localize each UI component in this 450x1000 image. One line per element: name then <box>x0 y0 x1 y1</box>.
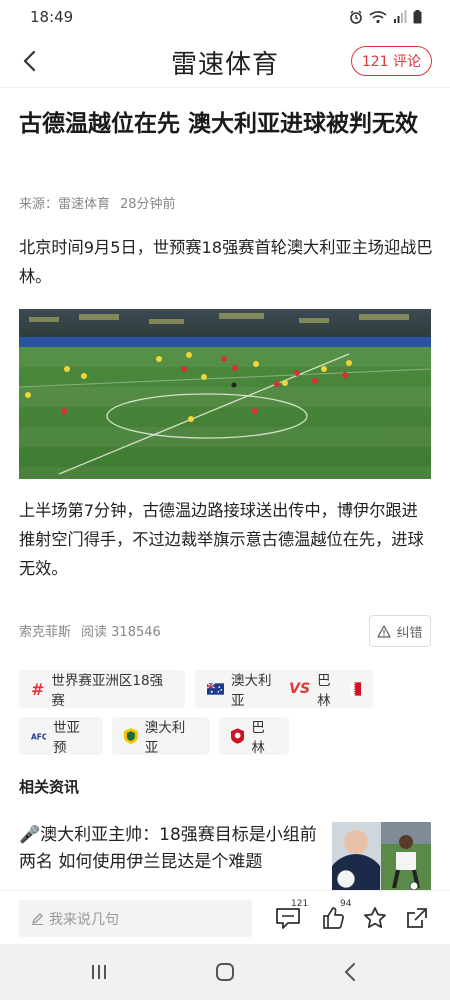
report-error-label: 纠错 <box>396 625 423 641</box>
article-reads: 阅读 318546 <box>81 625 161 640</box>
related-news-title: 相关资讯 <box>19 778 80 796</box>
battery-icon <box>413 10 422 24</box>
svg-text:AFC: AFC <box>31 733 46 742</box>
signal-icon <box>394 10 407 23</box>
status-icons <box>349 10 422 24</box>
article-author: 索克菲斯 <box>19 625 72 640</box>
system-nav-bar <box>0 944 450 1000</box>
article-paragraph-1: 北京时间9月5日，世预赛18强赛首轮澳大利亚主场迎战巴林。 <box>19 238 433 286</box>
tag-team-australia[interactable]: 澳大利亚 <box>112 717 210 756</box>
warning-icon <box>377 624 392 638</box>
tag-match-away: 巴林 <box>317 673 331 709</box>
like-button[interactable]: 94 <box>318 899 351 933</box>
tag-competition[interactable]: # 世界赛亚洲区18强赛 <box>19 670 185 709</box>
tag-match-home: 澳大利亚 <box>231 673 272 709</box>
share-icon <box>407 908 427 928</box>
recent-apps-button[interactable] <box>87 960 111 984</box>
thumbs-up-icon <box>323 907 344 929</box>
tag-team-bahrain[interactable]: 巴林 <box>219 717 289 756</box>
home-icon <box>216 963 234 981</box>
star-icon <box>364 907 386 928</box>
article-image[interactable] <box>19 309 431 479</box>
bahrain-badge-icon <box>231 728 245 744</box>
article-footer-meta: 索克菲斯 阅读 318546 <box>19 621 161 640</box>
alarm-icon <box>350 10 362 24</box>
article-meta: 来源：雷速体育 28分钟前 <box>19 193 176 212</box>
comment-count-button[interactable]: 121 评论 <box>350 46 432 76</box>
favorite-button[interactable] <box>360 903 390 933</box>
related-news-thumbnail <box>332 822 431 891</box>
tag-league[interactable]: AFC 世亚预 <box>19 717 103 756</box>
home-button[interactable] <box>213 960 237 984</box>
comment-bubble-icon <box>276 908 300 929</box>
pencil-icon <box>32 913 43 925</box>
related-news-item-title: 🎤澳大利亚主帅：18强赛目标是小组前两名 如何使用伊兰昆达是个难题 <box>19 825 317 872</box>
tag-team-bahrain-label: 巴林 <box>251 720 265 756</box>
recent-apps-icon <box>92 965 106 979</box>
tag-team-australia-label: 澳大利亚 <box>144 720 186 756</box>
bahrain-flag-icon <box>349 682 362 696</box>
article-title: 古德温越位在先 澳大利亚进球被判无效 <box>19 111 419 137</box>
tag-league-label: 世亚预 <box>53 720 81 756</box>
wifi-icon <box>369 11 387 24</box>
comment-input[interactable]: 我来说几句 <box>19 900 252 937</box>
tag-competition-label: 世界赛亚洲区18强赛 <box>51 673 164 709</box>
article-time: 28分钟前 <box>120 197 176 212</box>
status-time: 18:49 <box>30 8 74 26</box>
status-bar: 18:49 <box>0 0 450 34</box>
report-error-button[interactable]: 纠错 <box>369 615 431 647</box>
article-source: 来源：雷速体育 <box>19 197 111 212</box>
hash-icon: # <box>31 679 45 699</box>
australia-flag-icon <box>207 683 225 695</box>
article-paragraph-2: 上半场第7分钟，古德温边路接球送出传中，博伊尔跟进推射空门得手，不过边裁举旗示意… <box>19 501 424 578</box>
comments-button[interactable]: 121 <box>273 899 308 933</box>
app-header: 雷速体育 121 评论 <box>0 34 450 88</box>
back-arrow-icon <box>345 963 355 981</box>
system-back-button[interactable] <box>338 960 362 984</box>
tag-match-vs: VS <box>289 681 311 697</box>
football-pitch-image <box>19 309 431 479</box>
share-button[interactable] <box>402 903 432 933</box>
bottom-action-bar: 我来说几句 121 94 <box>0 890 450 944</box>
comment-count: 121 <box>291 899 309 909</box>
afc-logo-icon: AFC <box>31 733 46 742</box>
like-count: 94 <box>340 899 352 909</box>
related-news-item[interactable]: 🎤澳大利亚主帅：18强赛目标是小组前两名 如何使用伊兰昆达是个难题 <box>19 822 431 892</box>
tag-match[interactable]: 澳大利亚 VS 巴林 <box>195 670 373 709</box>
comment-input-placeholder: 我来说几句 <box>49 911 119 928</box>
australia-badge-icon <box>124 728 138 744</box>
